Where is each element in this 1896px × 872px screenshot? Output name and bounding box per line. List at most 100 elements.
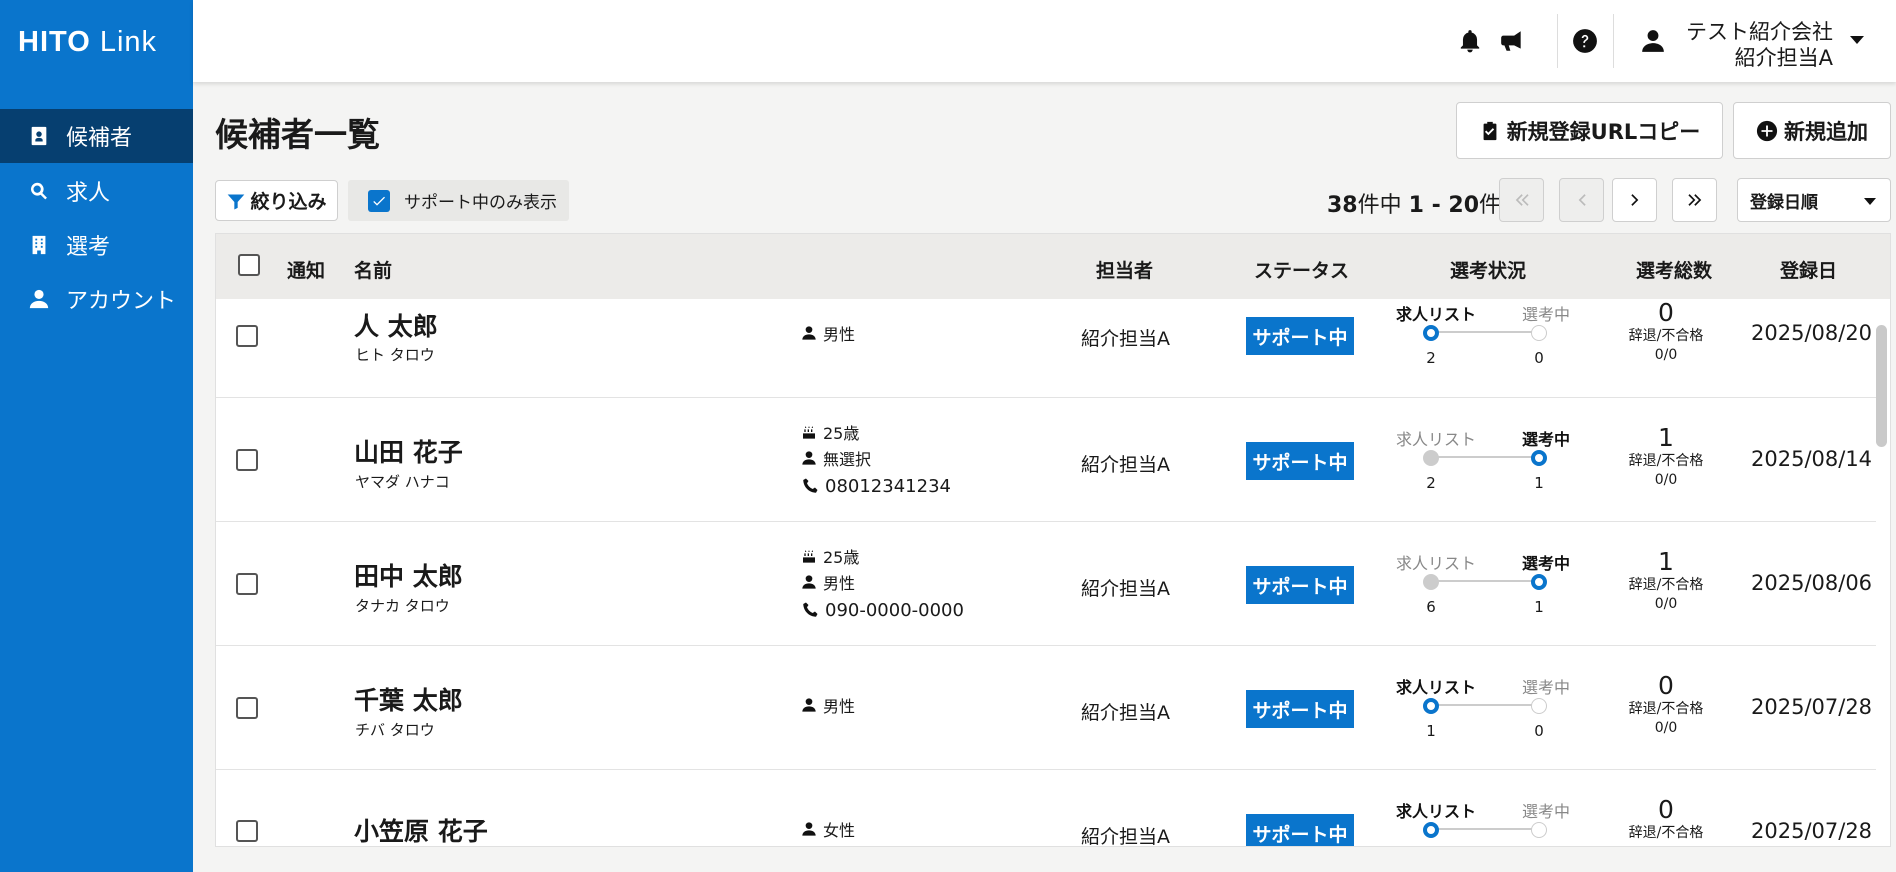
status-badge: サポート中 bbox=[1246, 690, 1354, 728]
last-page-button[interactable] bbox=[1672, 178, 1717, 222]
table-row[interactable]: 人 太郎 ヒト タロウ 男性 紹介担当A サポート中 求人リスト 選考中 2 0… bbox=[216, 274, 1876, 398]
sidebar-item-label: 候補者 bbox=[66, 126, 133, 151]
selection-total: 0 辞退/不合格 0/0 bbox=[1628, 671, 1704, 736]
user-menu[interactable]: テスト紹介会社 紹介担当A bbox=[1640, 14, 1890, 70]
candidate-name[interactable]: 人 太郎 bbox=[354, 307, 438, 343]
chevrons-left-icon bbox=[1515, 194, 1529, 206]
cake-icon bbox=[803, 426, 815, 439]
chevron-down-icon bbox=[1850, 36, 1864, 44]
row-checkbox[interactable] bbox=[236, 820, 258, 842]
registered-date: 2025/08/06 bbox=[1751, 571, 1873, 595]
in-progress-count: 1 bbox=[1534, 474, 1544, 492]
candidate-gender: 男性 bbox=[823, 574, 856, 593]
candidate-gender: 男性 bbox=[823, 325, 856, 344]
plus-circle-icon bbox=[1756, 120, 1778, 142]
sidebar: HITO Link 候補者 求人 選考 アカウント bbox=[0, 0, 193, 872]
chevron-left-icon bbox=[1578, 194, 1586, 206]
checkbox-checked[interactable] bbox=[368, 189, 390, 212]
registered-date: 2025/08/14 bbox=[1751, 447, 1873, 471]
user-icon bbox=[28, 288, 50, 310]
candidate-name[interactable]: 小笠原 花子 bbox=[354, 812, 488, 846]
list-count: 2 bbox=[1426, 349, 1436, 367]
next-page-button[interactable] bbox=[1612, 178, 1657, 222]
copy-registration-url-button[interactable]: 新規登録URLコピー bbox=[1456, 102, 1723, 159]
candidate-kana: チバ タロウ bbox=[355, 721, 435, 739]
candidate-info: 女性 bbox=[801, 816, 855, 842]
table-row[interactable]: 田中 太郎 タナカ タロウ 25歳 男性 090-0000-0000 紹介担当A… bbox=[216, 522, 1876, 646]
row-checkbox[interactable] bbox=[236, 572, 258, 595]
candidate-name[interactable]: 山田 花子 bbox=[354, 433, 463, 469]
candidate-info: 25歳 男性 090-0000-0000 bbox=[801, 543, 964, 625]
chevrons-right-icon bbox=[1687, 194, 1701, 206]
megaphone-icon[interactable] bbox=[1499, 28, 1525, 54]
cake-icon bbox=[803, 550, 815, 563]
prev-page-button[interactable] bbox=[1559, 178, 1604, 222]
candidate-info: 25歳 無選択 08012341234 bbox=[801, 419, 951, 501]
stage-label-in-progress: 選考中 bbox=[1522, 554, 1571, 573]
candidate-age: 25歳 bbox=[823, 548, 860, 567]
status-badge: サポート中 bbox=[1246, 814, 1354, 846]
user-icon bbox=[802, 326, 816, 340]
in-progress-count: 0 bbox=[1534, 722, 1544, 740]
status-badge: サポート中 bbox=[1246, 317, 1354, 355]
selection-total: 0 辞退/不合格 bbox=[1628, 795, 1704, 841]
bell-icon[interactable] bbox=[1457, 28, 1483, 54]
candidate-kana: ヒト タロウ bbox=[355, 346, 435, 364]
sidebar-item-account[interactable]: アカウント bbox=[0, 272, 193, 326]
stage-label-list: 求人リスト bbox=[1396, 554, 1477, 573]
divider bbox=[1557, 14, 1558, 68]
sidebar-item-label: 選考 bbox=[66, 235, 111, 260]
candidates-table: 通知 名前 担当者 ステータス 選考状況 選考総数 登録日 人 太郎 ヒト タロ… bbox=[215, 233, 1891, 847]
app-logo[interactable]: HITO Link bbox=[0, 0, 193, 84]
phone-icon bbox=[803, 602, 818, 617]
candidate-phone: 090-0000-0000 bbox=[825, 599, 964, 621]
help-icon[interactable] bbox=[1572, 28, 1598, 54]
list-count: 1 bbox=[1426, 722, 1436, 740]
user-icon bbox=[802, 698, 816, 712]
chevron-down-icon bbox=[1864, 198, 1876, 205]
registered-date: 2025/07/28 bbox=[1751, 819, 1873, 843]
first-page-button[interactable] bbox=[1499, 178, 1544, 222]
row-checkbox[interactable] bbox=[236, 696, 258, 719]
list-count: 6 bbox=[1426, 598, 1436, 616]
filter-icon bbox=[226, 191, 246, 211]
row-checkbox[interactable] bbox=[236, 448, 258, 471]
table-row[interactable]: 小笠原 花子 女性 紹介担当A サポート中 求人リスト 選考中 0 辞退/不合格… bbox=[216, 770, 1876, 847]
owner-name: 紹介担当A bbox=[1081, 826, 1170, 847]
user-icon bbox=[802, 451, 816, 465]
support-only-toggle[interactable]: サポート中のみ表示 bbox=[348, 180, 569, 221]
filter-button[interactable]: 絞り込み bbox=[215, 180, 338, 221]
selection-progress: 求人リスト 選考中 2 1 bbox=[1391, 426, 1591, 506]
sidebar-item-label: 求人 bbox=[66, 181, 111, 206]
user-icon bbox=[1640, 28, 1666, 54]
selection-total: 0 辞退/不合格 0/0 bbox=[1628, 298, 1704, 363]
sort-select[interactable]: 登録日順 bbox=[1737, 178, 1891, 222]
selection-progress: 求人リスト 選考中 1 0 bbox=[1391, 674, 1591, 754]
status-badge: サポート中 bbox=[1246, 442, 1354, 480]
sidebar-item-label: アカウント bbox=[66, 289, 177, 314]
sidebar-item-jobs[interactable]: 求人 bbox=[0, 164, 193, 218]
table-row[interactable]: 山田 花子 ヤマダ ハナコ 25歳 無選択 08012341234 紹介担当A … bbox=[216, 398, 1876, 522]
candidate-info: 男性 bbox=[801, 320, 855, 346]
table-row[interactable]: 千葉 太郎 チバ タロウ 男性 紹介担当A サポート中 求人リスト 選考中 1 … bbox=[216, 646, 1876, 770]
candidate-gender: 女性 bbox=[823, 821, 856, 840]
owner-name: 紹介担当A bbox=[1081, 702, 1170, 724]
select-all-checkbox[interactable] bbox=[238, 254, 260, 276]
user-icon bbox=[802, 822, 816, 836]
table-scrollbar[interactable] bbox=[1876, 325, 1887, 447]
sidebar-item-selection[interactable]: 選考 bbox=[0, 218, 193, 272]
candidate-name[interactable]: 田中 太郎 bbox=[354, 557, 463, 593]
building-icon bbox=[28, 234, 50, 256]
sidebar-item-candidates[interactable]: 候補者 bbox=[0, 109, 193, 163]
in-progress-count: 0 bbox=[1534, 349, 1544, 367]
candidate-kana: ヤマダ ハナコ bbox=[355, 473, 450, 491]
owner-name: 紹介担当A bbox=[1081, 454, 1170, 476]
row-checkbox[interactable] bbox=[236, 324, 258, 347]
owner-name: 紹介担当A bbox=[1081, 578, 1170, 600]
chevron-right-icon bbox=[1630, 194, 1638, 206]
add-candidate-button[interactable]: 新規追加 bbox=[1733, 102, 1891, 159]
candidate-name[interactable]: 千葉 太郎 bbox=[354, 681, 463, 717]
list-count: 2 bbox=[1426, 474, 1436, 492]
selection-total: 1 辞退/不合格 0/0 bbox=[1628, 547, 1704, 612]
phone-icon bbox=[803, 478, 818, 493]
